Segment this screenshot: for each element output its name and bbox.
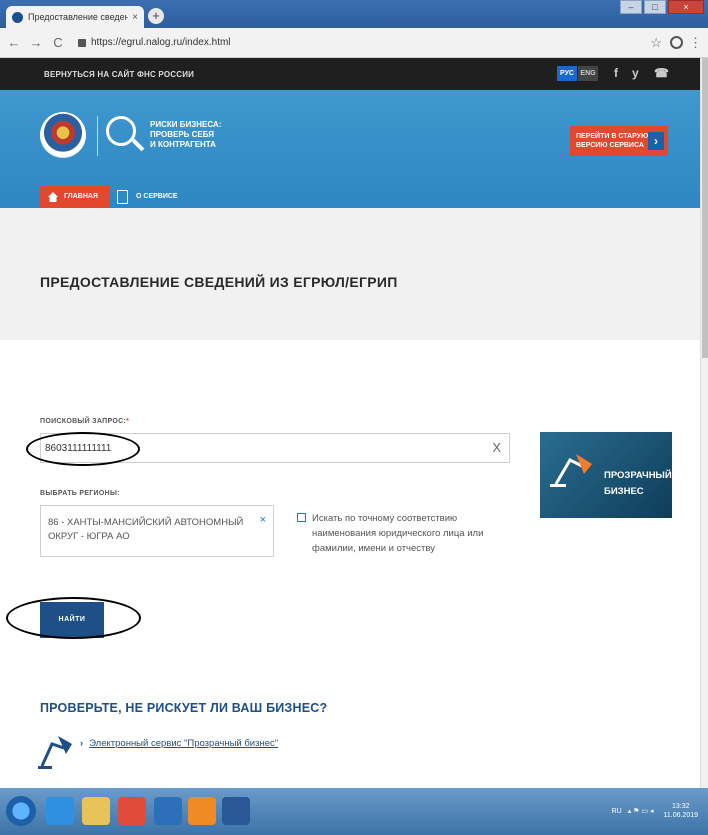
- page-scrollbar[interactable]: [700, 58, 708, 788]
- input-language[interactable]: RU: [612, 808, 622, 815]
- region-select[interactable]: 86 - ХАНТЫ-МАНСИЙСКИЙ АВТОНОМНЫЙ ОКРУГ -…: [40, 505, 274, 557]
- lang-en-button[interactable]: ENG: [578, 66, 598, 81]
- bookmark-star-icon[interactable]: ☆: [650, 35, 662, 51]
- close-window-button[interactable]: ×: [668, 0, 704, 14]
- lock-icon: [78, 38, 86, 47]
- exact-match-option[interactable]: Искать по точному соответствию наименова…: [297, 511, 492, 556]
- annotation-ellipse-find: [6, 597, 141, 639]
- document-icon: [117, 190, 128, 204]
- banner-line: БИЗНЕС: [604, 486, 644, 497]
- lamp-icon: [38, 736, 72, 769]
- clear-search-icon[interactable]: X: [492, 440, 501, 455]
- required-mark: *: [126, 418, 130, 425]
- screen: Предоставление сведений из Е × + – □ × ←…: [0, 0, 708, 835]
- search-label: ПОИСКОВЫЙ ЗАПРОС:*: [40, 418, 129, 425]
- menu-kebab-icon[interactable]: ⋮: [689, 35, 702, 51]
- reload-icon[interactable]: C: [50, 35, 66, 50]
- menu-about[interactable]: О СЕРВИСЕ: [114, 186, 178, 208]
- forward-icon[interactable]: →: [28, 35, 44, 50]
- header-divider: [97, 116, 98, 156]
- minimize-button[interactable]: –: [620, 0, 642, 14]
- site-favicon-icon: [12, 11, 23, 23]
- risk-section-title: ПРОВЕРЬТЕ, НЕ РИСКУЕТ ЛИ ВАШ БИЗНЕС?: [40, 701, 328, 715]
- transparent-business-link[interactable]: › Электронный сервис "Прозрачный бизнес": [80, 738, 278, 749]
- lamp-icon: [550, 454, 592, 487]
- chevron-right-icon: ›: [648, 132, 664, 150]
- banner-text: ПРОЗРАЧНЫЙ БИЗНЕС: [604, 468, 672, 500]
- tab-close-icon[interactable]: ×: [132, 12, 138, 23]
- phone-icon[interactable]: ☎: [654, 66, 669, 80]
- browser-tab[interactable]: Предоставление сведений из Е ×: [6, 6, 144, 28]
- ie-icon[interactable]: [46, 797, 74, 825]
- exact-match-checkbox[interactable]: [297, 513, 306, 522]
- main-menu: ГЛАВНАЯ О СЕРВИСЕ: [0, 186, 700, 208]
- region-label: ВЫБРАТЬ РЕГИОНЫ:: [40, 490, 120, 497]
- exact-match-label: Искать по точному соответствию наименова…: [312, 513, 484, 554]
- system-tray: RU ▴ ⚑ ▭ ◂ 13:32 11.06.2019: [606, 802, 698, 820]
- clock[interactable]: 13:32 11.06.2019: [663, 802, 698, 820]
- windows-taskbar: RU ▴ ⚑ ▭ ◂ 13:32 11.06.2019: [0, 788, 708, 835]
- site-header: РИСКИ БИЗНЕСА: ПРОВЕРЬ СЕБЯ И КОНТРАГЕНТ…: [0, 90, 700, 208]
- chrome-icon[interactable]: [118, 797, 146, 825]
- app-icon[interactable]: [154, 797, 182, 825]
- window-controls: – □ ×: [618, 0, 704, 16]
- title-band: ПРЕДОСТАВЛЕНИЕ СВЕДЕНИЙ ИЗ ЕГРЮЛ/ЕГРИП: [0, 208, 700, 340]
- old-version-button[interactable]: ПЕРЕЙТИ В СТАРУЮ ВЕРСИЮ СЕРВИСА ›: [570, 126, 668, 156]
- slogan-line: РИСКИ БИЗНЕСА:: [150, 120, 222, 129]
- search-label-text: ПОИСКОВЫЙ ЗАПРОС:: [40, 418, 127, 425]
- new-tab-button[interactable]: +: [148, 8, 164, 24]
- browser-tabstrip: Предоставление сведений из Е × + – □ ×: [0, 0, 708, 28]
- magnifier-icon: [106, 116, 136, 146]
- word-icon[interactable]: [222, 797, 250, 825]
- address-bar: ← → C https://egrul.nalog.ru/index.html …: [0, 28, 708, 58]
- site-topbar: ВЕРНУТЬСЯ НА САЙТ ФНС РОССИИ РУС ENG f y…: [0, 58, 700, 90]
- start-button[interactable]: [6, 796, 36, 826]
- slogan-line: ПРОВЕРЬ СЕБЯ: [150, 130, 215, 139]
- menu-home[interactable]: ГЛАВНАЯ: [40, 186, 110, 208]
- maximize-button[interactable]: □: [644, 0, 666, 14]
- menu-about-label: О СЕРВИСЕ: [136, 193, 178, 200]
- scrollbar-thumb[interactable]: [702, 58, 708, 358]
- menu-home-label: ГЛАВНАЯ: [64, 193, 98, 200]
- home-icon: [48, 192, 58, 202]
- remove-region-icon[interactable]: ×: [260, 514, 266, 526]
- tab-title: Предоставление сведений из Е: [28, 12, 129, 22]
- slogan-line: И КОНТРАГЕНТА: [150, 140, 216, 149]
- tray-icons[interactable]: ▴ ⚑ ▭ ◂: [628, 807, 654, 815]
- region-select-value: 86 - ХАНТЫ-МАНСИЙСКИЙ АВТОНОМНЫЙ ОКРУГ -…: [48, 517, 244, 542]
- transparent-business-banner[interactable]: ПРОЗРАЧНЫЙ БИЗНЕС: [540, 432, 672, 518]
- annotation-ellipse-search: [26, 432, 140, 466]
- back-icon[interactable]: ←: [6, 35, 22, 50]
- account-icon[interactable]: [670, 36, 683, 49]
- lang-ru-button[interactable]: РУС: [557, 66, 577, 81]
- transparent-business-link-text[interactable]: Электронный сервис "Прозрачный бизнес": [89, 738, 278, 749]
- clock-date: 11.06.2019: [663, 812, 698, 819]
- url-field[interactable]: https://egrul.nalog.ru/index.html: [91, 37, 650, 48]
- facebook-icon[interactable]: f: [614, 66, 618, 80]
- explorer-icon[interactable]: [82, 797, 110, 825]
- firefox-icon[interactable]: [188, 797, 216, 825]
- header-slogan: РИСКИ БИЗНЕСА: ПРОВЕРЬ СЕБЯ И КОНТРАГЕНТ…: [150, 120, 221, 150]
- clock-time: 13:32: [671, 803, 690, 810]
- back-to-fns-link[interactable]: ВЕРНУТЬСЯ НА САЙТ ФНС РОССИИ: [44, 70, 194, 79]
- chevron-right-icon: ›: [80, 738, 84, 749]
- banner-line: ПРОЗРАЧНЫЙ: [604, 470, 672, 481]
- fns-emblem-logo[interactable]: [40, 112, 86, 158]
- twitter-icon[interactable]: y: [632, 66, 639, 80]
- page-title: ПРЕДОСТАВЛЕНИЕ СВЕДЕНИЙ ИЗ ЕГРЮЛ/ЕГРИП: [40, 274, 398, 290]
